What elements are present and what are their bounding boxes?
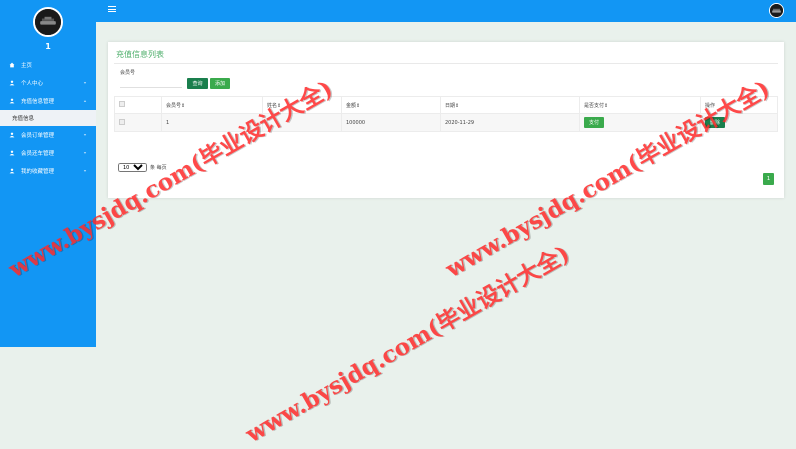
page-title: 充值信息列表 xyxy=(116,50,164,59)
sidebar-item-home[interactable]: 主页 xyxy=(0,56,96,74)
cell-name xyxy=(262,113,342,132)
page-number-button[interactable]: 1 xyxy=(763,173,774,185)
table-header-row: 会员号⇕ 姓名⇕ 金额⇕ 日期⇕ 是否支付⇕ 操作 xyxy=(114,96,778,114)
sidebar-item-label: 会员还车管理 xyxy=(21,151,55,157)
member-no-input[interactable] xyxy=(120,77,182,88)
avatar-icon xyxy=(770,4,783,17)
user-icon xyxy=(9,168,15,174)
sidebar-item-car-return[interactable]: 会员还车管理 xyxy=(0,144,96,162)
chevron-down-icon xyxy=(82,80,88,86)
user-icon xyxy=(9,150,15,156)
table-row: 1 100000 2020-11-29 支付 删除 xyxy=(114,113,778,132)
col-member-no[interactable]: 会员号⇕ xyxy=(161,96,263,114)
user-icon xyxy=(9,132,15,138)
cell-actions: 删除 xyxy=(700,113,778,132)
row-select-cell xyxy=(114,113,162,132)
member-no-label: 会员号 xyxy=(120,70,136,76)
chevron-down-icon xyxy=(82,150,88,156)
col-name[interactable]: 姓名⇕ xyxy=(262,96,342,114)
user-icon xyxy=(9,98,15,104)
top-bar xyxy=(96,0,796,22)
select-all-cell xyxy=(114,96,162,114)
recharge-table: 会员号⇕ 姓名⇕ 金额⇕ 日期⇕ 是否支付⇕ 操作 1 100000 2020-… xyxy=(114,96,778,132)
user-name: 1 xyxy=(45,42,51,51)
sidebar-item-label: 个人中心 xyxy=(21,81,44,87)
home-icon xyxy=(9,62,15,68)
search-button[interactable]: 查询 xyxy=(187,78,208,89)
avatar[interactable] xyxy=(33,7,63,37)
sidebar-item-label: 主页 xyxy=(21,63,33,69)
main-content: 充值信息列表 会员号 查询 添加 会员号⇕ 姓名⇕ 金额⇕ 日期⇕ 是否支付⇕ … xyxy=(96,22,796,347)
delete-button[interactable]: 删除 xyxy=(705,117,725,128)
cell-pay: 支付 xyxy=(579,113,701,132)
chevron-up-icon xyxy=(82,98,88,104)
recharge-list-card: 充值信息列表 会员号 查询 添加 会员号⇕ 姓名⇕ 金额⇕ 日期⇕ 是否支付⇕ … xyxy=(108,42,784,198)
menu-toggle-icon[interactable] xyxy=(108,6,116,12)
sidebar-item-label: 会员订单管理 xyxy=(21,133,55,139)
row-checkbox[interactable] xyxy=(119,118,125,125)
select-all-checkbox[interactable] xyxy=(119,101,125,107)
sidebar-item-favorites[interactable]: 我的收藏管理 xyxy=(0,162,96,180)
col-actions: 操作 xyxy=(700,96,778,114)
top-avatar[interactable] xyxy=(769,3,784,18)
avatar-icon xyxy=(35,9,61,35)
divider xyxy=(114,63,778,64)
sidebar-item-personal-center[interactable]: 个人中心 xyxy=(0,74,96,92)
sidebar-subitem-recharge-info[interactable]: 充值信息 xyxy=(0,110,96,126)
sidebar-item-recharge-management[interactable]: 充值信息管理 xyxy=(0,92,96,110)
user-icon xyxy=(9,80,15,86)
sidebar-item-member-orders[interactable]: 会员订单管理 xyxy=(0,126,96,144)
col-amount[interactable]: 金额⇕ xyxy=(341,96,441,114)
chevron-down-icon xyxy=(82,168,88,174)
sidebar-item-label: 我的收藏管理 xyxy=(21,169,55,175)
sidebar-item-label: 充值信息管理 xyxy=(21,99,55,105)
cell-member-no: 1 xyxy=(161,113,263,132)
chevron-down-icon xyxy=(82,132,88,138)
sidebar: 1 主页 个人中心 充值信息管理 充值信息 会员订单管理 会员还车管理 我的收藏… xyxy=(0,0,96,347)
cell-amount: 100000 xyxy=(341,113,441,132)
pay-button[interactable]: 支付 xyxy=(584,117,604,128)
page-size-control: 10 条 每页 xyxy=(118,163,167,172)
add-button[interactable]: 添加 xyxy=(210,78,230,89)
col-paid[interactable]: 是否支付⇕ xyxy=(579,96,701,114)
per-page-label: 条 每页 xyxy=(150,165,167,171)
sidebar-menu: 主页 个人中心 充值信息管理 充值信息 会员订单管理 会员还车管理 我的收藏管理 xyxy=(0,56,96,180)
cell-date: 2020-11-29 xyxy=(440,113,580,132)
col-date[interactable]: 日期⇕ xyxy=(440,96,580,114)
page-size-select[interactable]: 10 xyxy=(118,163,147,172)
